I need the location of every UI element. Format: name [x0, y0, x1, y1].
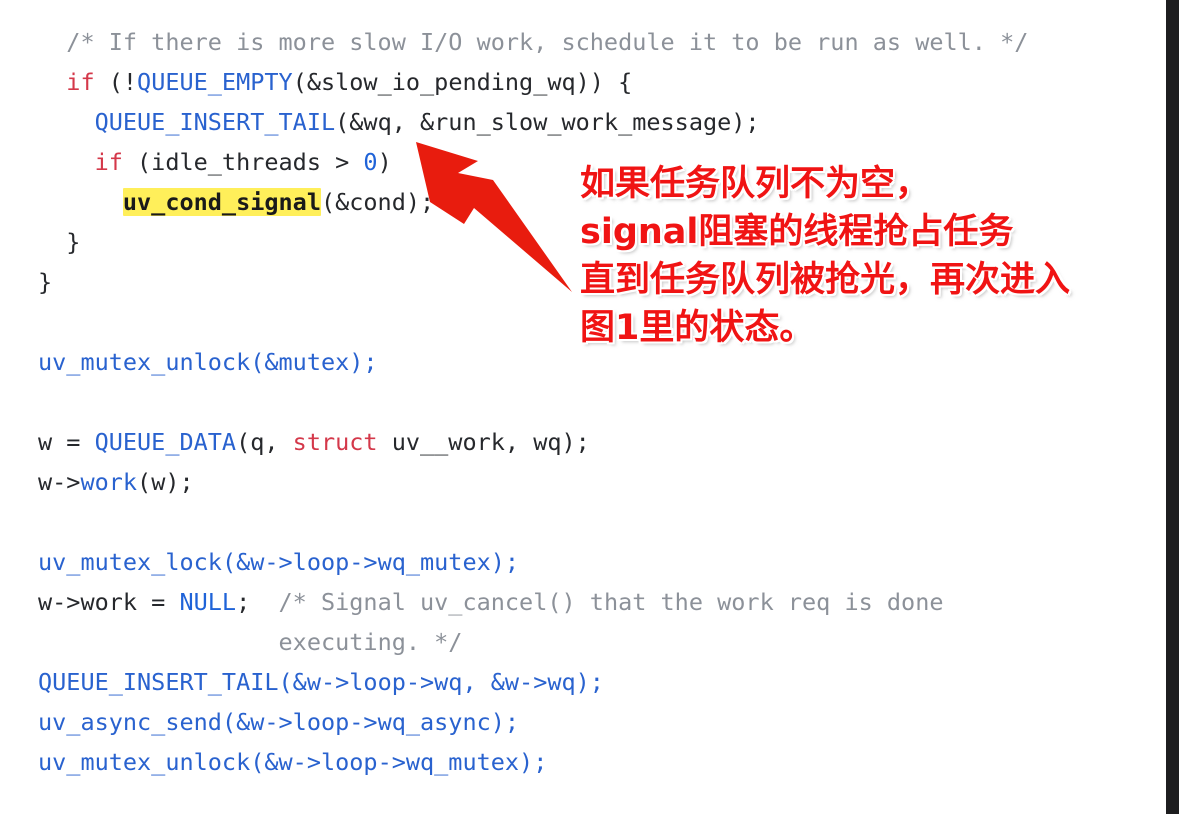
code-token: ): [377, 148, 392, 176]
code-token: uv_mutex_unlock: [38, 348, 251, 376]
code-token: (&w->loop->wq_mutex);: [221, 548, 520, 576]
code-token: 0: [363, 148, 378, 176]
code-token: w->work =: [38, 588, 180, 616]
code-token: uv_async_send: [38, 708, 222, 736]
line-w-work-null: w->work = NULL; /* Signal uv_cancel() th…: [0, 582, 1166, 622]
code-token: QUEUE_DATA: [94, 428, 237, 456]
code-token: QUEUE_INSERT_TAIL: [94, 108, 336, 136]
line-uv-mutex-lock-wq-mutex: uv_mutex_lock(&w->loop->wq_mutex);: [0, 542, 1166, 582]
annotation-text: 如果任务队列不为空， signal阻塞的线程抢占任务 直到任务队列被抢光，再次进…: [580, 160, 1179, 352]
code-token: (q,: [236, 428, 293, 456]
slide-canvas: /* If there is more slow I/O work, sched…: [0, 0, 1179, 814]
code-token: if: [66, 68, 95, 96]
code-token: struct: [292, 428, 378, 456]
code-token: (w);: [137, 468, 194, 496]
code-block: /* If there is more slow I/O work, sched…: [0, 0, 1166, 782]
code-token: uv_mutex_unlock: [38, 748, 251, 776]
code-token: }: [38, 268, 53, 296]
line-queue-insert-tail-wq: QUEUE_INSERT_TAIL(&wq, &run_slow_work_me…: [0, 102, 1166, 142]
code-token: NULL: [179, 588, 237, 616]
code-token: (&cond);: [320, 188, 435, 216]
line-uv-async-send: uv_async_send(&w->loop->wq_async);: [0, 702, 1166, 742]
code-token: (&w->loop->wq_mutex);: [250, 748, 548, 776]
code-token: }: [38, 228, 81, 256]
code-token: uv_cond_signal: [122, 188, 321, 216]
line-comment-executing: executing. */: [0, 622, 1166, 662]
code-token: /* Signal uv_cancel() that the work req …: [278, 588, 944, 616]
code-token: (!: [94, 68, 138, 96]
slide-right-edge: [1166, 0, 1179, 814]
annotation-line-4: 图1里的状态。: [580, 308, 815, 348]
code-token: uv_mutex_lock: [38, 548, 222, 576]
code-token: (&w->loop->wq, &w->wq);: [278, 668, 604, 696]
annotation-line-1: 如果任务队列不为空，: [580, 164, 931, 204]
line-if-queue-empty: if (!QUEUE_EMPTY(&slow_io_pending_wq)) {: [0, 62, 1166, 102]
line-uv-mutex-unlock-wq-mutex: uv_mutex_unlock(&w->loop->wq_mutex);: [0, 742, 1166, 782]
code-token: (&mutex);: [250, 348, 378, 376]
code-token: (idle_threads >: [122, 148, 364, 176]
code-token: ;: [236, 588, 279, 616]
code-token: if: [94, 148, 123, 176]
line-w-work-call: w->work(w);: [0, 462, 1166, 502]
line-queue-insert-tail-loop: QUEUE_INSERT_TAIL(&w->loop->wq, &w->wq);: [0, 662, 1166, 702]
code-token: uv__work, wq);: [377, 428, 590, 456]
line-queue-data: w = QUEUE_DATA(q, struct uv__work, wq);: [0, 422, 1166, 462]
line-blank-2: [0, 382, 1166, 422]
code-token: (&w->loop->wq_async);: [221, 708, 520, 736]
annotation-line-2: signal阻塞的线程抢占任务: [580, 212, 1014, 252]
code-token: (&slow_io_pending_wq)) {: [292, 68, 633, 96]
code-token: /* If there is more slow I/O work, sched…: [38, 28, 1029, 56]
code-token: w->: [38, 468, 81, 496]
code-token: executing. */: [278, 628, 463, 656]
line-blank-3: [0, 502, 1166, 542]
annotation-line-3: 直到任务队列被抢光，再次进入: [580, 260, 1071, 300]
code-token: work: [80, 468, 138, 496]
line-comment-slow-io: /* If there is more slow I/O work, sched…: [0, 22, 1166, 62]
code-token: QUEUE_INSERT_TAIL: [38, 668, 279, 696]
code-token: w =: [38, 428, 95, 456]
code-token: QUEUE_EMPTY: [137, 68, 293, 96]
code-token: (&wq, &run_slow_work_message);: [335, 108, 760, 136]
